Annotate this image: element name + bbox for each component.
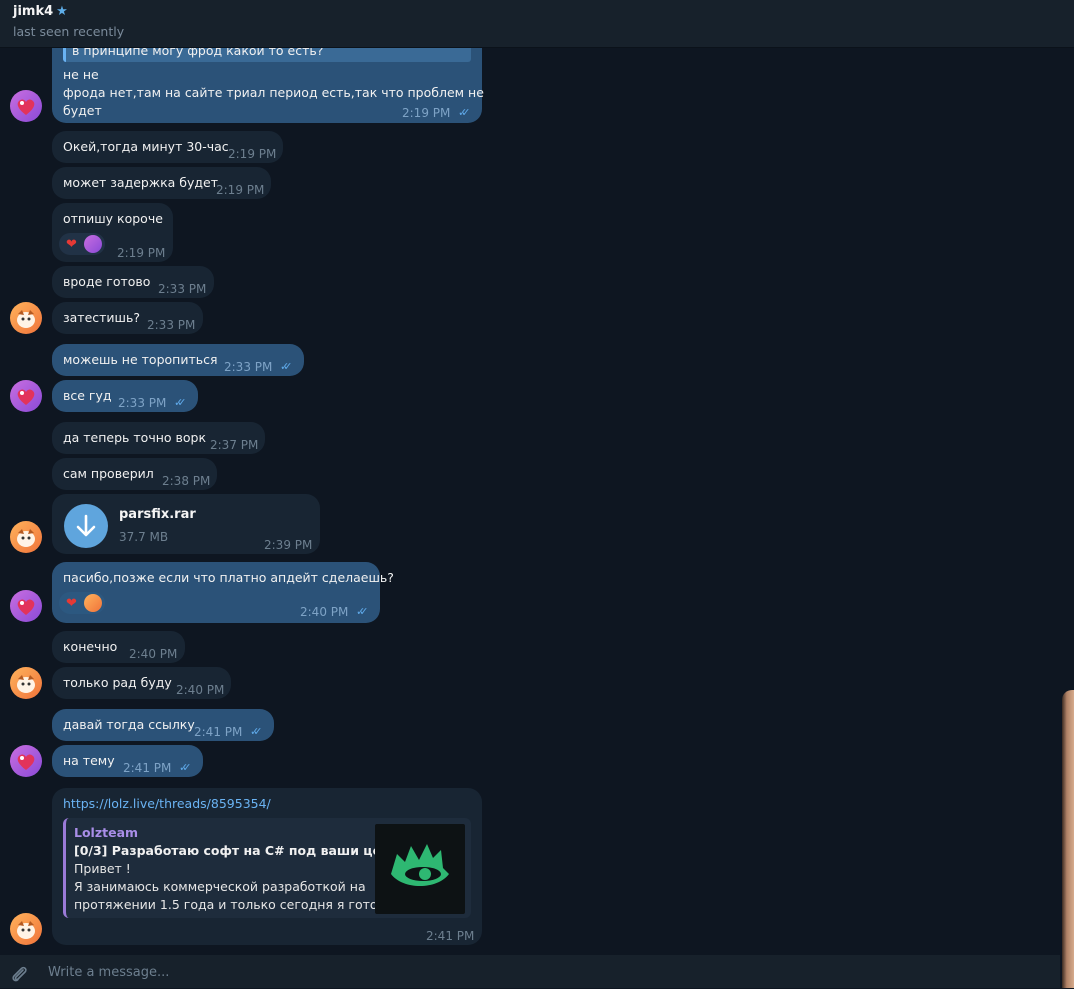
preview-thumbnail[interactable] bbox=[375, 824, 465, 914]
message-time: 2:41 PM bbox=[123, 761, 172, 775]
reaction-avatar bbox=[84, 235, 102, 253]
message-text: на тему bbox=[63, 753, 115, 768]
message-time: 2:40 PM bbox=[129, 647, 178, 661]
message-time: 2:33 PM bbox=[118, 396, 167, 410]
avatar[interactable] bbox=[10, 521, 42, 553]
message-text: Окей,тогда минут 30-час bbox=[63, 139, 229, 154]
message-bubble[interactable]: конечно 2:40 PM bbox=[52, 631, 185, 663]
avatar[interactable] bbox=[10, 90, 42, 122]
message-time: 2:33 PM bbox=[158, 282, 207, 296]
message-time: 2:40 PM bbox=[176, 683, 225, 697]
avatar[interactable] bbox=[10, 913, 42, 945]
double-check-icon: ✓✓ bbox=[280, 360, 293, 373]
preview-line: Привет ! bbox=[74, 861, 131, 876]
paperclip-icon bbox=[12, 966, 27, 982]
download-icon bbox=[76, 514, 96, 537]
message-time: 2:33 PM bbox=[147, 318, 196, 332]
message-composer bbox=[0, 955, 1060, 988]
message-text: вроде готово bbox=[63, 274, 151, 289]
message-bubble[interactable]: только рад буду 2:40 PM bbox=[52, 667, 231, 699]
reactions[interactable]: ❤ bbox=[59, 592, 105, 614]
message-text: конечно bbox=[63, 639, 118, 654]
heart-icon: ❤ bbox=[66, 237, 77, 252]
star-icon: ★ bbox=[56, 4, 68, 19]
message-input[interactable] bbox=[48, 962, 648, 982]
avatar[interactable] bbox=[10, 302, 42, 334]
avatar[interactable] bbox=[10, 745, 42, 777]
message-text: не не bbox=[63, 67, 99, 82]
message-time: 2:38 PM bbox=[162, 474, 211, 488]
reaction-avatar bbox=[84, 594, 102, 612]
heart-icon: ❤ bbox=[66, 596, 77, 611]
message-text: фрода нет,там на сайте триал период есть… bbox=[63, 85, 484, 100]
message-bubble[interactable]: Окей,тогда минут 30-час 2:19 PM bbox=[52, 131, 283, 163]
message-time: 2:19 PM bbox=[216, 183, 265, 197]
reactions[interactable]: ❤ bbox=[59, 233, 105, 255]
message-text: можешь не торопиться bbox=[63, 352, 218, 367]
preview-line: протяжении 1.5 года и только сегодня я г… bbox=[74, 897, 390, 912]
chat-header[interactable]: jimk4 ★ last seen recently bbox=[0, 0, 1074, 48]
double-check-icon: ✓✓ bbox=[174, 396, 187, 409]
message-time: 2:40 PM bbox=[300, 605, 349, 619]
contact-status: last seen recently bbox=[13, 24, 125, 39]
contact-name[interactable]: jimk4 ★ bbox=[13, 4, 68, 19]
link-message[interactable]: https://lolz.live/threads/8595354/ Lolzt… bbox=[52, 788, 482, 945]
double-check-icon: ✓✓ bbox=[250, 725, 263, 738]
message-text: давай тогда ссылку bbox=[63, 717, 195, 732]
preview-line: Я занимаюсь коммерческой разработкой на bbox=[74, 879, 366, 894]
message-time: 2:19 PM bbox=[402, 106, 451, 120]
message-bubble[interactable]: все гуд 2:33 PM ✓✓ bbox=[52, 380, 198, 412]
message-text: все гуд bbox=[63, 388, 112, 403]
message-time: 2:19 PM bbox=[228, 147, 277, 161]
eye-logo-icon bbox=[391, 844, 449, 886]
message-bubble[interactable]: сам проверил 2:38 PM bbox=[52, 458, 217, 490]
message-text: отпишу короче bbox=[63, 211, 163, 226]
message-text: пасибо,позже если что платно апдейт сдел… bbox=[63, 570, 394, 585]
message-text: может задержка будет bbox=[63, 175, 219, 190]
avatar[interactable] bbox=[10, 667, 42, 699]
message-time: 2:19 PM bbox=[117, 246, 166, 260]
message-text: затестишь? bbox=[63, 310, 140, 325]
preview-description: Привет ! Я занимаюсь коммерческой разраб… bbox=[74, 860, 389, 914]
message-text: будет bbox=[63, 103, 102, 118]
message-list[interactable]: в принципе могу фрод какой то есть? не н… bbox=[0, 48, 1060, 955]
floating-video-preview[interactable] bbox=[1062, 690, 1074, 988]
preview-title: [0/3] Разработаю софт на C# под ваши цел… bbox=[74, 843, 399, 858]
message-time: 2:33 PM bbox=[224, 360, 273, 374]
double-check-icon: ✓✓ bbox=[458, 106, 471, 119]
avatar[interactable] bbox=[10, 380, 42, 412]
message-link[interactable]: https://lolz.live/threads/8595354/ bbox=[63, 795, 271, 813]
reply-quote[interactable]: в принципе могу фрод какой то есть? bbox=[63, 48, 471, 62]
message-bubble[interactable]: пасибо,позже если что платно апдейт сдел… bbox=[52, 562, 394, 623]
file-name[interactable]: parsfix.rar bbox=[119, 506, 196, 524]
link-preview[interactable]: Lolzteam [0/3] Разработаю софт на C# под… bbox=[63, 818, 471, 918]
message-bubble[interactable]: да теперь точно ворк 2:37 PM bbox=[52, 422, 265, 454]
message-bubble[interactable]: отпишу короче ❤ 2:19 PM bbox=[52, 203, 173, 262]
message-text: да теперь точно ворк bbox=[63, 430, 206, 445]
file-message[interactable]: parsfix.rar 37.7 MB 2:39 PM bbox=[52, 494, 320, 554]
message-bubble[interactable]: в принципе могу фрод какой то есть? не н… bbox=[52, 48, 484, 123]
download-button[interactable] bbox=[64, 504, 108, 548]
message-text: только рад буду bbox=[63, 675, 172, 690]
message-bubble[interactable]: затестишь? 2:33 PM bbox=[52, 302, 203, 334]
message-time: 2:37 PM bbox=[210, 438, 259, 452]
message-bubble[interactable]: можешь не торопиться 2:33 PM ✓✓ bbox=[52, 344, 304, 376]
contact-name-text: jimk4 bbox=[13, 4, 54, 19]
message-bubble[interactable]: может задержка будет 2:19 PM bbox=[52, 167, 271, 199]
message-bubble[interactable]: давай тогда ссылку 2:41 PM ✓✓ bbox=[52, 709, 274, 741]
file-size: 37.7 MB bbox=[119, 530, 169, 544]
preview-site-name: Lolzteam bbox=[74, 825, 139, 840]
message-time: 2:41 PM bbox=[426, 929, 475, 943]
message-time: 2:39 PM bbox=[264, 538, 313, 552]
reply-quote-text: в принципе могу фрод какой то есть? bbox=[72, 48, 324, 58]
message-time: 2:41 PM bbox=[194, 725, 243, 739]
message-text: сам проверил bbox=[63, 466, 154, 481]
attach-button[interactable] bbox=[8, 963, 30, 985]
message-bubble[interactable]: на тему 2:41 PM ✓✓ bbox=[52, 745, 203, 777]
double-check-icon: ✓✓ bbox=[356, 605, 369, 618]
double-check-icon: ✓✓ bbox=[179, 761, 192, 774]
avatar[interactable] bbox=[10, 590, 42, 622]
message-bubble[interactable]: вроде готово 2:33 PM bbox=[52, 266, 214, 298]
